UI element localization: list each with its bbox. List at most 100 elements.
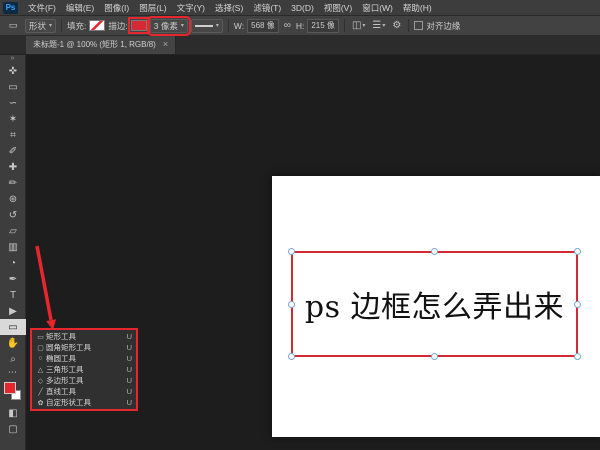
polygon-shape-icon: ◇ xyxy=(37,377,44,385)
stroke-style-select[interactable]: ▾ xyxy=(190,18,223,33)
hand-tool[interactable]: ✋ xyxy=(0,335,26,351)
toolbar-collapse-icon[interactable]: » xyxy=(0,55,25,63)
stroke-width-select[interactable]: 3 像素 ▾ xyxy=(146,15,191,36)
flyout-item-label: 椭圆工具 xyxy=(46,354,76,363)
flyout-item-shortcut: U xyxy=(126,343,132,352)
menu-help[interactable]: 帮助(H) xyxy=(398,0,437,16)
flyout-item-custom-shape[interactable]: ✿ 自定形状工具 U xyxy=(32,397,136,408)
flyout-item-label: 圆角矩形工具 xyxy=(46,343,91,352)
flyout-item-ellipse[interactable]: ○ 椭圆工具 U xyxy=(32,353,136,364)
ellipse-shape-icon: ○ xyxy=(38,355,43,362)
menu-file[interactable]: 文件(F) xyxy=(23,0,61,16)
transform-handle-middle-right[interactable] xyxy=(574,300,581,308)
tool-mode-value: 形状 xyxy=(29,20,47,31)
menu-edit[interactable]: 编辑(E) xyxy=(61,0,99,16)
blur-tool-icon: ◔ xyxy=(9,257,17,269)
transform-handle-top-left[interactable] xyxy=(288,248,295,255)
link-dimensions-icon[interactable]: ∞ xyxy=(282,20,293,31)
tool-preset-icon[interactable]: ▭ xyxy=(4,19,22,33)
width-field[interactable]: 568 像 xyxy=(247,18,279,33)
fill-label: 填充: xyxy=(67,20,87,31)
width-label: W: xyxy=(233,20,245,31)
flyout-item-triangle[interactable]: △ 三角形工具 U xyxy=(32,364,136,375)
flyout-item-shortcut: U xyxy=(126,398,132,407)
tool-options-bar: ▭ 形状 ▾ 填充: 描边: 3 像素 ▾ ▾ W: 568 像 ∞ H: 21… xyxy=(0,15,600,36)
chevron-down-icon: ▾ xyxy=(180,23,184,29)
rectangle-tool[interactable]: ▭ xyxy=(0,319,26,335)
stroke-width-value: 3 像素 xyxy=(153,20,178,31)
history-brush-tool[interactable]: ↺ xyxy=(0,207,26,223)
marquee-tool[interactable]: ▭ xyxy=(0,79,26,95)
gear-icon[interactable]: ⚙ xyxy=(390,20,403,31)
foreground-color-swatch[interactable] xyxy=(4,382,16,394)
clone-stamp-tool[interactable]: ⊛ xyxy=(0,191,26,207)
screen-mode-icon: ▢ xyxy=(8,423,18,435)
flyout-item-label: 自定形状工具 xyxy=(46,398,91,407)
crop-tool[interactable]: ⌗ xyxy=(0,127,26,143)
transform-handle-top-right[interactable] xyxy=(574,248,581,255)
chevron-down-icon: ▾ xyxy=(382,23,386,29)
menu-3d[interactable]: 3D(D) xyxy=(286,0,319,16)
move-tool[interactable]: ✜ xyxy=(0,63,26,79)
flyout-item-line[interactable]: ╱ 直线工具 U xyxy=(32,386,136,397)
screen-mode-button[interactable]: ▢ xyxy=(0,421,26,437)
menu-window[interactable]: 窗口(W) xyxy=(357,0,398,16)
path-alignment-icon[interactable]: ☰ ▾ xyxy=(370,20,387,31)
quick-mask-button[interactable]: ◧ xyxy=(0,405,26,421)
lasso-tool[interactable]: ∽ xyxy=(0,95,26,111)
menu-view[interactable]: 视图(V) xyxy=(319,0,357,16)
flyout-item-shortcut: U xyxy=(126,376,132,385)
tools-panel: » ✜ ▭ ∽ ✶ ⌗ ✐ ✚ ✏ ⊛ ↺ ▱ ▥ ◔ ✒ T ▶ ▭ ✋ ⌕ … xyxy=(0,55,26,450)
flyout-item-polygon[interactable]: ◇ 多边形工具 U xyxy=(32,375,136,386)
flyout-item-shortcut: U xyxy=(126,354,132,363)
transform-handle-bottom-middle[interactable] xyxy=(431,353,438,360)
shape-rectangle[interactable]: ps 边框怎么弄出来 xyxy=(288,248,581,360)
blur-tool[interactable]: ◔ xyxy=(0,255,26,271)
pen-tool-icon: ✒ xyxy=(8,273,18,285)
shape-tools-flyout: ▭ 矩形工具 U ▢ 圆角矩形工具 U ○ 椭圆工具 U △ 三角形工具 U ◇… xyxy=(30,328,138,411)
eraser-tool[interactable]: ▱ xyxy=(0,223,26,239)
pen-tool[interactable]: ✒ xyxy=(0,271,26,287)
height-field[interactable]: 215 像 xyxy=(307,18,339,33)
menu-type[interactable]: 文字(Y) xyxy=(172,0,210,16)
menu-layer[interactable]: 图层(L) xyxy=(134,0,171,16)
path-selection-tool[interactable]: ▶ xyxy=(0,303,26,319)
tool-mode-select[interactable]: 形状 ▾ xyxy=(25,18,57,33)
close-icon[interactable]: × xyxy=(163,40,168,49)
document-canvas[interactable]: ps 边框怎么弄出来 xyxy=(272,176,600,437)
transform-handle-middle-left[interactable] xyxy=(288,300,295,308)
eyedropper-tool[interactable]: ✐ xyxy=(0,143,26,159)
flyout-item-rounded-rectangle[interactable]: ▢ 圆角矩形工具 U xyxy=(32,342,136,353)
magic-wand-tool[interactable]: ✶ xyxy=(0,111,26,127)
path-operations-icon[interactable]: ◫ ▾ xyxy=(350,20,367,31)
gradient-tool-icon: ▥ xyxy=(8,241,18,253)
transform-handle-top-middle[interactable] xyxy=(431,248,438,255)
app-logo-icon: Ps xyxy=(3,1,18,14)
lasso-tool-icon: ∽ xyxy=(8,97,18,109)
stroke-color-swatch[interactable] xyxy=(127,17,150,34)
healing-brush-tool[interactable]: ✚ xyxy=(0,159,26,175)
transform-handle-bottom-left[interactable] xyxy=(288,353,295,360)
document-tab[interactable]: 未标题-1 @ 100% (矩形 1, RGB/8) × xyxy=(26,35,177,54)
menu-image[interactable]: 图像(I) xyxy=(99,0,134,16)
type-tool[interactable]: T xyxy=(0,287,26,303)
fill-color-swatch[interactable] xyxy=(89,20,106,31)
flyout-item-shortcut: U xyxy=(126,332,132,341)
photoshop-window: Ps 文件(F) 编辑(E) 图像(I) 图层(L) 文字(Y) 选择(S) 滤… xyxy=(0,0,600,450)
divider xyxy=(343,19,345,32)
zoom-tool[interactable]: ⌕ xyxy=(0,351,26,367)
rounded-rectangle-shape-icon: ▢ xyxy=(37,344,44,352)
type-tool-icon: T xyxy=(9,289,17,301)
gradient-tool[interactable]: ▥ xyxy=(0,239,26,255)
flyout-item-rectangle[interactable]: ▭ 矩形工具 U xyxy=(32,331,136,342)
transform-handle-bottom-right[interactable] xyxy=(574,353,581,360)
divider xyxy=(408,19,410,32)
edit-toolbar-icon[interactable]: ⋯ xyxy=(0,367,25,379)
magic-wand-tool-icon: ✶ xyxy=(8,113,18,125)
brush-tool[interactable]: ✏ xyxy=(0,175,26,191)
align-edges-checkbox[interactable] xyxy=(414,21,424,30)
menu-filter[interactable]: 滤镜(T) xyxy=(248,0,286,16)
menu-select[interactable]: 选择(S) xyxy=(210,0,248,16)
stroke-label: 描边: xyxy=(108,20,128,31)
move-tool-icon: ✜ xyxy=(8,65,18,77)
